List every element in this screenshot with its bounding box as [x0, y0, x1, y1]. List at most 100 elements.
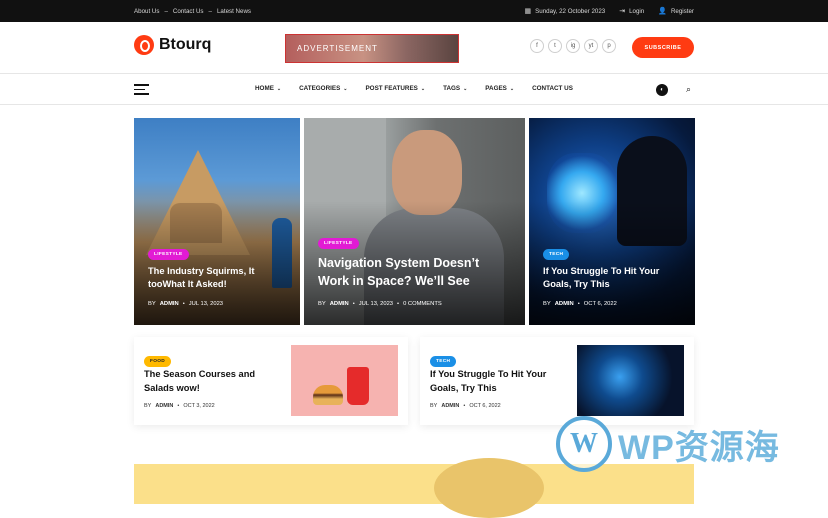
top-links: About Us – Contact Us – Latest News [134, 8, 251, 15]
top-right: ▦ Sunday, 22 October 2023 ⇥ Login 👤 Regi… [525, 8, 694, 15]
subscribe-button[interactable]: SUBSCRIBE [632, 37, 694, 58]
calendar-icon: ▦ [524, 7, 532, 15]
date-display: ▦ Sunday, 22 October 2023 [525, 8, 606, 15]
social-links: f t ig yt p [530, 39, 616, 53]
post-date: OCT 6, 2022 [469, 403, 501, 409]
meta-dot: • [182, 301, 185, 307]
post-date: JUL 13, 2023 [188, 301, 224, 307]
category-tag[interactable]: TECH [543, 249, 570, 260]
post-meta: BY ADMIN • OCT 3, 2022 [144, 403, 215, 409]
by-label: BY [144, 403, 152, 409]
nav-label: HOME [255, 85, 274, 92]
top-bar: About Us – Contact Us – Latest News ▦ Su… [0, 0, 828, 22]
hero-grid: LIFESTYLE The Industry Squirms, It tooWh… [134, 118, 695, 325]
drink-cup-image [347, 367, 369, 405]
nav-item-home[interactable]: HOME ⌄ [255, 85, 281, 92]
twitter-icon[interactable]: t [548, 39, 562, 53]
post-meta: BY ADMIN • OCT 6, 2022 [543, 301, 617, 307]
about-us-link[interactable]: About Us [134, 8, 159, 15]
main-nav: HOME ⌄ CATEGORIES ⌄ POST FEATURES ⌄ TAGS ⌄ P… [0, 74, 828, 105]
login-icon: ⇥ [619, 7, 626, 15]
login-label: Login [629, 7, 645, 15]
register-link[interactable]: 👤 Register [658, 8, 694, 15]
category-tag[interactable]: TECH [430, 356, 457, 367]
nav-label: TAGS [443, 85, 461, 92]
watermark: W WP资源海 [556, 416, 780, 472]
category-tag[interactable]: LIFESTYLE [318, 238, 359, 249]
nav-item-categories[interactable]: CATEGORIES ⌄ [299, 85, 347, 92]
site-header: Btourq ADVERTISEMENT f t ig yt p SUBSCRI… [0, 22, 828, 74]
category-tag[interactable]: FOOD [144, 356, 172, 367]
post-meta: BY ADMIN • OCT 6, 2022 [430, 403, 501, 409]
post-title[interactable]: Navigation System Doesn’t Work in Space?… [318, 254, 508, 290]
post-meta: BY ADMIN • JUL 13, 2023 • 0 COMMENTS [318, 301, 442, 307]
hero-card[interactable]: LIFESTYLE Navigation System Doesn’t Work… [304, 118, 525, 325]
separator: – [208, 7, 212, 15]
login-link[interactable]: ⇥ Login [619, 8, 644, 15]
chevron-down-icon: ⌄ [509, 85, 515, 92]
chevron-down-icon: ⌄ [276, 85, 282, 92]
post-title[interactable]: If You Struggle To Hit Your Goals, Try T… [543, 265, 675, 292]
by-label: BY [318, 301, 326, 307]
pinterest-icon[interactable]: p [602, 39, 616, 53]
comments-count[interactable]: 0 COMMENTS [403, 301, 442, 307]
post-card[interactable]: TECH If You Struggle To Hit Your Goals, … [420, 337, 694, 425]
post-title[interactable]: If You Struggle To Hit Your Goals, Try T… [430, 368, 550, 396]
author[interactable]: ADMIN [441, 403, 459, 409]
wordpress-logo-icon: W [556, 416, 612, 472]
burger-image [313, 385, 343, 405]
banner-image [434, 458, 544, 518]
nav-label: CONTACT US [532, 85, 573, 92]
category-tag[interactable]: LIFESTYLE [148, 249, 189, 260]
chevron-down-icon: ⌄ [420, 85, 426, 92]
contact-us-link[interactable]: Contact Us [173, 8, 204, 15]
dark-mode-toggle-icon[interactable]: ◐ [656, 84, 668, 96]
meta-dot: • [397, 301, 400, 307]
author[interactable]: ADMIN [330, 301, 349, 307]
meta-dot: • [463, 403, 466, 409]
post-meta: BY ADMIN • JUL 13, 2023 [148, 301, 223, 307]
author[interactable]: ADMIN [555, 301, 574, 307]
meta-dot: • [177, 403, 180, 409]
logo-mark-icon [134, 35, 154, 55]
date-text: Sunday, 22 October 2023 [535, 7, 606, 15]
separator: – [164, 7, 168, 15]
post-title[interactable]: The Season Courses and Salads wow! [144, 368, 264, 396]
by-label: BY [148, 301, 156, 307]
post-date: OCT 3, 2022 [183, 403, 215, 409]
meta-dot: • [577, 301, 580, 307]
hamburger-menu-icon[interactable] [134, 84, 149, 95]
chevron-down-icon: ⌄ [463, 85, 468, 92]
tech-thumbnail[interactable] [577, 345, 684, 416]
nav-item-tags[interactable]: TAGS ⌄ [443, 85, 467, 92]
post-date: OCT 6, 2022 [583, 301, 617, 307]
post-title[interactable]: The Industry Squirms, It tooWhat It Aske… [148, 265, 280, 292]
youtube-icon[interactable]: yt [584, 39, 598, 53]
nav-item-pages[interactable]: PAGES ⌄ [485, 85, 514, 92]
site-logo[interactable]: Btourq [134, 35, 211, 55]
post-card[interactable]: FOOD The Season Courses and Salads wow! … [134, 337, 408, 425]
advertisement-label: ADVERTISEMENT [297, 44, 378, 53]
by-label: BY [543, 301, 551, 307]
search-icon[interactable]: ⌕ [686, 84, 691, 95]
latest-news-link[interactable]: Latest News [217, 8, 251, 15]
hero-card[interactable]: LIFESTYLE The Industry Squirms, It tooWh… [134, 118, 300, 325]
food-thumbnail[interactable] [291, 345, 398, 416]
nav-item-contact-us[interactable]: CONTACT US [532, 85, 573, 92]
nav-item-post-features[interactable]: POST FEATURES ⌄ [365, 85, 425, 92]
facebook-icon[interactable]: f [530, 39, 544, 53]
instagram-icon[interactable]: ig [566, 39, 580, 53]
user-plus-icon: 👤 [658, 7, 667, 15]
logo-text: Btourq [159, 36, 212, 53]
watermark-text: WP资源海 [618, 428, 780, 467]
nav-label: POST FEATURES [365, 85, 418, 92]
author[interactable]: ADMIN [160, 301, 179, 307]
hero-card[interactable]: TECH If You Struggle To Hit Your Goals, … [529, 118, 695, 325]
chevron-down-icon: ⌄ [343, 85, 348, 92]
nav-label: PAGES [485, 85, 507, 92]
advertisement-banner[interactable]: ADVERTISEMENT [285, 34, 459, 63]
meta-dot: • [352, 301, 355, 307]
by-label: BY [430, 403, 438, 409]
author[interactable]: ADMIN [155, 403, 173, 409]
post-date: JUL 13, 2023 [358, 301, 394, 307]
